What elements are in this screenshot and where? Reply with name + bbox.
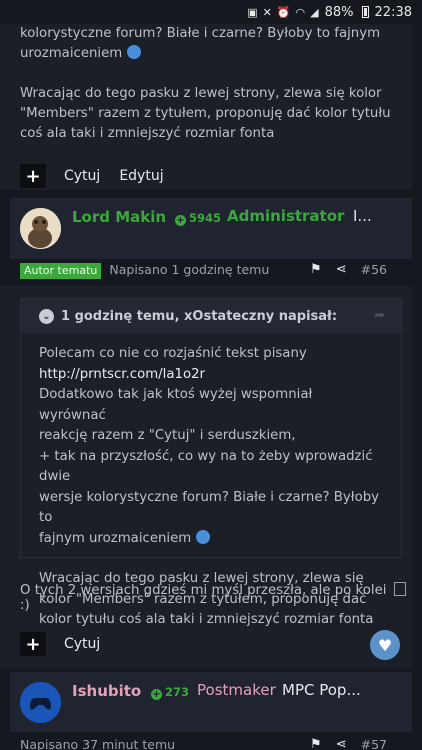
author-role-extra: MPC Pop... <box>282 681 361 699</box>
edit-button[interactable]: Edytuj <box>119 168 163 184</box>
avatar[interactable] <box>20 208 61 249</box>
emoticon-alt-text: :) <box>20 598 30 613</box>
post-author-header: Ishubito +273 Postmaker MPC Pop... <box>10 672 412 732</box>
broken-image-icon <box>393 582 406 596</box>
post-text-line: urozmaiceniem <box>20 44 400 64</box>
plus-circle-icon: + <box>175 215 186 226</box>
alarm-icon: ⏰ <box>276 5 291 19</box>
quote-header[interactable]: ⌄ 1 godzinę temu, xOstateczny napisał: ➦ <box>21 299 401 333</box>
status-icons: ▣ ✕ ⏰ ◠ ◢ <box>247 6 318 19</box>
post-number[interactable]: #57 <box>361 737 387 750</box>
mute-icon: ✕ <box>262 5 272 19</box>
post-text: O tych 2 wersjach gdzieś mi myśl przeszł… <box>20 582 412 613</box>
reputation-badge: +5945 <box>175 211 222 226</box>
post-meta-actions: ⚑ ⋖ #56 <box>310 262 387 277</box>
post-meta: Autor tematu Napisano 1 godzinę temu ⚑ ⋖… <box>20 262 412 282</box>
quote-line: Polecam co nie co rozjaśnić tekst pisany <box>39 346 307 361</box>
post-date: Napisano 37 minut temu <box>20 737 176 750</box>
quote-button[interactable]: Cytuj <box>64 168 100 184</box>
author-role-extra: I... <box>353 207 372 225</box>
post-meta-actions: ⚑ ⋖ #57 <box>310 737 387 750</box>
quote-button[interactable]: Cytuj <box>64 636 100 652</box>
share-icon[interactable]: ⋖ <box>336 262 347 277</box>
share-icon[interactable]: ➦ <box>374 308 385 323</box>
quote-line: wersje kolorystyczne forum? Białe i czar… <box>39 489 380 526</box>
like-button[interactable]: ♥ <box>370 630 400 660</box>
share-icon[interactable]: ⋖ <box>336 737 347 750</box>
quote-line: reakcję razem z "Cytuj" i serduszkiem, <box>39 428 296 443</box>
multiquote-button[interactable]: + <box>20 164 46 188</box>
post-actions: + Cytuj Edytuj <box>20 164 183 188</box>
flag-icon[interactable]: ⚑ <box>310 262 322 277</box>
emoticon-icon <box>195 529 210 544</box>
quote-line: + tak na przyszłość, co wy na to żeby wp… <box>39 448 373 485</box>
post-date: Napisano 1 godzinę temu <box>109 262 270 277</box>
post-current: ⌄ 1 godzinę temu, xOstateczny napisał: ➦… <box>0 286 412 668</box>
flag-icon[interactable]: ⚑ <box>310 737 322 750</box>
quote-block: ⌄ 1 godzinę temu, xOstateczny napisał: ➦… <box>20 298 402 627</box>
reputation-badge: +273 <box>151 685 190 700</box>
post-text-line: kolorystyczne forum? Białe i czarne? Był… <box>20 26 381 41</box>
clock: 22:38 <box>374 4 412 20</box>
emoticon-icon <box>126 45 141 59</box>
post-paragraph: Wracając do tego pasku z lewej strony, z… <box>20 86 391 141</box>
battery-level: 88% <box>324 4 354 20</box>
post-previous: kolorystyczne forum? Białe i czarne? Był… <box>0 24 412 190</box>
author-role: Administrator <box>227 207 345 225</box>
multiquote-button[interactable]: + <box>20 632 46 656</box>
status-bar: ▣ ✕ ⏰ ◠ ◢ 88% 22:38 <box>0 0 422 24</box>
author-role: Postmaker <box>197 681 276 699</box>
wifi-icon: ◠ <box>295 5 306 19</box>
notification-icon: ▣ <box>247 5 258 19</box>
plus-circle-icon: + <box>151 689 162 700</box>
signal-icon: ◢ <box>310 5 319 19</box>
post-number[interactable]: #56 <box>361 262 387 277</box>
quote-link[interactable]: http://prntscr.com/la1o2r <box>39 365 383 386</box>
quote-citation: 1 godzinę temu, xOstateczny napisał: <box>61 308 338 324</box>
quote-line: fajnym urozmaiceniem <box>39 529 383 550</box>
chevron-down-icon[interactable]: ⌄ <box>39 308 54 324</box>
author-name[interactable]: Ishubito <box>72 682 141 700</box>
heart-icon: ♥ <box>377 635 393 655</box>
post-author-header: Lord Makin +5945 Administrator I... <box>10 198 412 259</box>
post-actions: + Cytuj <box>20 632 119 656</box>
battery-icon <box>361 6 369 18</box>
topic-author-badge: Autor tematu <box>20 263 102 279</box>
post-meta: Napisano 37 minut temu ⚑ ⋖ #57 <box>20 737 412 750</box>
author-name[interactable]: Lord Makin <box>72 208 166 226</box>
post-content: kolorystyczne forum? Białe i czarne? Był… <box>20 24 400 164</box>
avatar[interactable] <box>20 682 61 723</box>
quote-line: Dodatkowo tak jak ktoś wyżej wspomniał w… <box>39 387 313 423</box>
